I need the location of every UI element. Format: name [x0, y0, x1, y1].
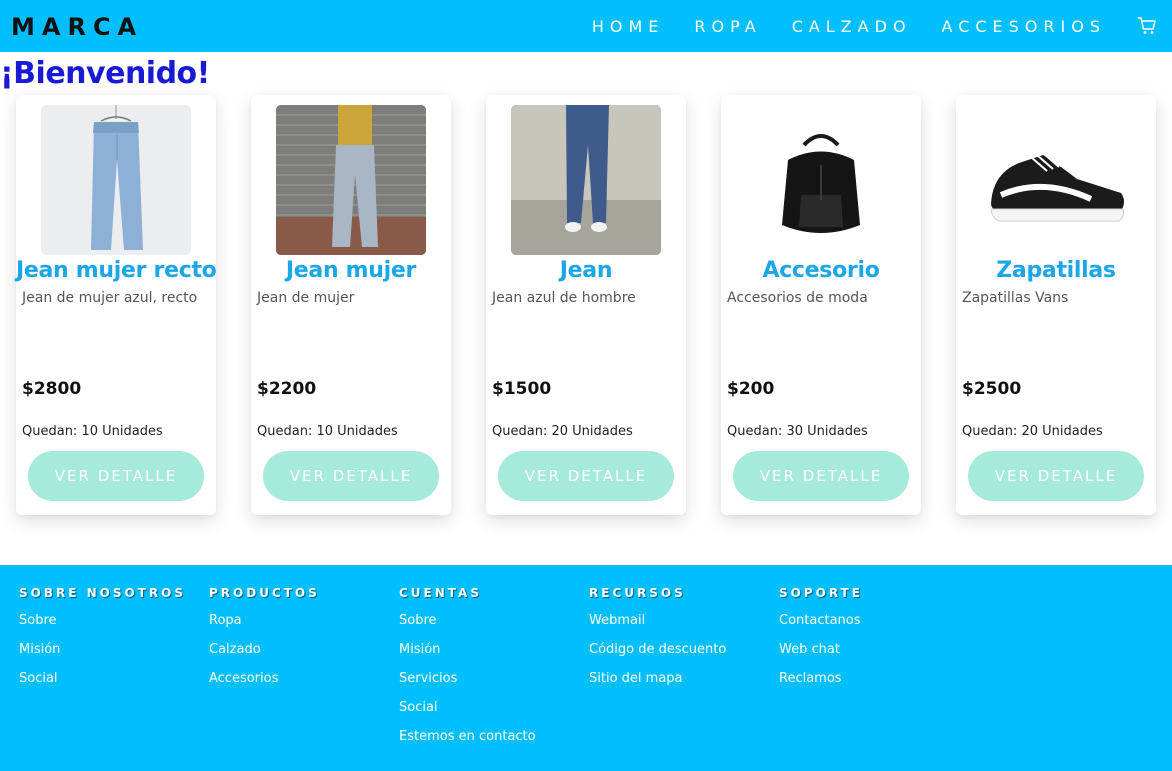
woman-jeans-photo	[276, 105, 426, 255]
product-card: Zapatillas Zapatillas Vans $2500 Quedan:…	[956, 95, 1156, 515]
footer-link[interactable]: Misión	[399, 642, 579, 671]
footer-link[interactable]: Contactanos	[779, 613, 959, 642]
footer-column-cuentas: CUENTAS Sobre Misión Servicios Social Es…	[399, 586, 579, 758]
product-description: Zapatillas Vans	[962, 290, 1069, 306]
product-title[interactable]: Jean	[486, 258, 686, 283]
product-description: Jean de mujer	[257, 290, 355, 306]
product-title[interactable]: Jean mujer	[251, 258, 451, 283]
product-card: Jean mujer recto Jean de mujer azul, rec…	[16, 95, 217, 515]
footer-link[interactable]: Sobre	[19, 613, 199, 642]
footer-link[interactable]: Sobre	[399, 613, 579, 642]
ver-detalle-button[interactable]: VER DETALLE	[968, 451, 1144, 501]
product-title[interactable]: Accesorio	[721, 258, 921, 283]
ver-detalle-button[interactable]: VER DETALLE	[263, 451, 439, 501]
product-stock: Quedan: 10 Unidades	[22, 424, 163, 439]
product-stock: Quedan: 20 Unidades	[962, 424, 1103, 439]
light-jeans-product-photo	[41, 105, 191, 255]
footer: SOBRE NOSOTROS Sobre Misión Social PRODU…	[0, 565, 1172, 771]
nav-link-calzado[interactable]: CALZADO	[792, 17, 912, 36]
footer-heading: CUENTAS	[399, 586, 482, 600]
footer-heading: PRODUCTOS	[209, 586, 320, 600]
product-stock: Quedan: 10 Unidades	[257, 424, 398, 439]
footer-link[interactable]: Reclamos	[779, 671, 959, 700]
navbar: MARCA HOME ROPA CALZADO ACCESORIOS	[0, 0, 1172, 52]
ver-detalle-button[interactable]: VER DETALLE	[733, 451, 909, 501]
footer-link[interactable]: Webmail	[589, 613, 769, 642]
ver-detalle-button[interactable]: VER DETALLE	[498, 451, 674, 501]
cart-icon[interactable]	[1137, 16, 1157, 36]
footer-column-productos: PRODUCTOS Ropa Calzado Accesorios	[209, 586, 389, 700]
footer-link[interactable]: Código de descuento	[589, 642, 769, 671]
footer-column-sobre-nosotros: SOBRE NOSOTROS Sobre Misión Social	[19, 586, 199, 700]
brand-logo[interactable]: MARCA	[11, 13, 143, 41]
footer-link[interactable]: Estemos en contacto	[399, 729, 579, 758]
footer-heading: RECURSOS	[589, 586, 686, 600]
footer-link[interactable]: Social	[399, 700, 579, 729]
nav-link-ropa[interactable]: ROPA	[694, 17, 761, 36]
product-price: $1500	[492, 379, 552, 399]
product-stock: Quedan: 30 Unidades	[727, 424, 868, 439]
black-backpack-photo	[746, 105, 896, 255]
footer-heading: SOBRE NOSOTROS	[19, 586, 186, 600]
footer-link[interactable]: Accesorios	[209, 671, 389, 700]
product-title[interactable]: Zapatillas	[956, 258, 1156, 283]
product-card: Accesorio Accesorios de moda $200 Quedan…	[721, 95, 921, 515]
product-price: $2500	[962, 379, 1022, 399]
product-price: $2200	[257, 379, 317, 399]
product-price: $200	[727, 379, 775, 399]
footer-link[interactable]: Ropa	[209, 613, 389, 642]
footer-column-recursos: RECURSOS Webmail Código de descuento Sit…	[589, 586, 769, 700]
product-description: Jean de mujer azul, recto	[22, 290, 198, 306]
footer-link[interactable]: Servicios	[399, 671, 579, 700]
footer-link[interactable]: Calzado	[209, 642, 389, 671]
footer-link[interactable]: Misión	[19, 642, 199, 671]
product-description: Jean azul de hombre	[492, 290, 636, 306]
nav-link-accesorios[interactable]: ACCESORIOS	[942, 17, 1106, 36]
product-card: Jean Jean azul de hombre $1500 Quedan: 2…	[486, 95, 686, 515]
footer-column-soporte: SOPORTE Contactanos Web chat Reclamos	[779, 586, 959, 700]
nav-links: HOME ROPA CALZADO ACCESORIOS	[562, 17, 1106, 36]
product-card: Jean mujer Jean de mujer $2200 Quedan: 1…	[251, 95, 451, 515]
product-description: Accesorios de moda	[727, 290, 868, 306]
welcome-heading: ¡Bienvenido!	[0, 56, 210, 91]
product-stock: Quedan: 20 Unidades	[492, 424, 633, 439]
product-price: $2800	[22, 379, 82, 399]
footer-link[interactable]: Sitio del mapa	[589, 671, 769, 700]
product-title[interactable]: Jean mujer recto	[16, 258, 217, 283]
man-jeans-photo	[511, 105, 661, 255]
footer-link[interactable]: Web chat	[779, 642, 959, 671]
footer-heading: SOPORTE	[779, 586, 863, 600]
footer-link[interactable]: Social	[19, 671, 199, 700]
ver-detalle-button[interactable]: VER DETALLE	[28, 451, 204, 501]
nav-link-home[interactable]: HOME	[592, 17, 665, 36]
sneaker-photo	[981, 105, 1131, 255]
